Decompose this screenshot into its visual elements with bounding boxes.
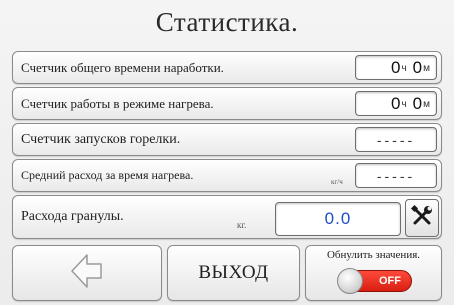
row-burner-starts: Счетчик запусков горелки. ----- xyxy=(12,123,442,156)
row-total-operating-time: Счетчик общего времени наработки. 0 ч 0 … xyxy=(12,51,442,84)
total-time-value: 0 ч 0 м xyxy=(355,55,437,80)
unit-label: кг. xyxy=(237,220,247,230)
average-consumption-value: ----- xyxy=(355,163,437,188)
row-label: Расхода гранулы. xyxy=(21,209,124,224)
left-arrow-icon xyxy=(70,251,104,296)
wrench-screwdriver-icon xyxy=(410,204,434,233)
hours-unit: ч xyxy=(401,63,407,74)
minutes-unit: м xyxy=(423,99,430,110)
minutes-unit: м xyxy=(423,63,430,74)
reset-values-label: Обнулить значения. xyxy=(326,249,421,261)
minutes-value: 0 xyxy=(412,93,423,113)
hours-value: 0 xyxy=(390,93,401,113)
unit-label: кг/ч xyxy=(331,178,343,186)
statistics-screen: Статистика. Счетчик общего времени нараб… xyxy=(0,0,454,305)
toggle-state-label: OFF xyxy=(379,275,401,287)
heating-time-value: 0 ч 0 м xyxy=(355,91,437,116)
reset-toggle-switch[interactable]: OFF xyxy=(337,268,412,294)
hours-unit: ч xyxy=(401,99,407,110)
row-label: Счетчик запусков горелки. xyxy=(21,131,181,147)
row-label: Средний расход за время нагрева. xyxy=(21,168,194,182)
reset-values-panel: Обнулить значения. OFF xyxy=(305,245,442,301)
toggle-knob[interactable] xyxy=(337,268,363,294)
back-button[interactable] xyxy=(12,245,162,301)
minutes-value: 0 xyxy=(412,57,423,77)
hours-value: 0 xyxy=(390,57,401,77)
row-granule-consumption: Расхода гранулы. кг. 0.0 xyxy=(12,195,442,239)
exit-button-label: ВЫХОД xyxy=(198,262,269,283)
exit-button[interactable]: ВЫХОД xyxy=(167,245,300,301)
granule-consumption-value[interactable]: 0.0 xyxy=(275,202,401,236)
burner-starts-value: ----- xyxy=(355,127,437,152)
settings-tool-button[interactable] xyxy=(405,199,439,237)
row-heating-mode-time: Счетчик работы в режиме нагрева. 0 ч 0 м xyxy=(12,87,442,120)
row-average-consumption: Средний расход за время нагрева. кг/ч --… xyxy=(12,159,442,192)
row-label: Счетчик работы в режиме нагрева. xyxy=(21,95,214,111)
row-label: Счетчик общего времени наработки. xyxy=(21,59,224,75)
page-title: Статистика. xyxy=(155,6,299,37)
